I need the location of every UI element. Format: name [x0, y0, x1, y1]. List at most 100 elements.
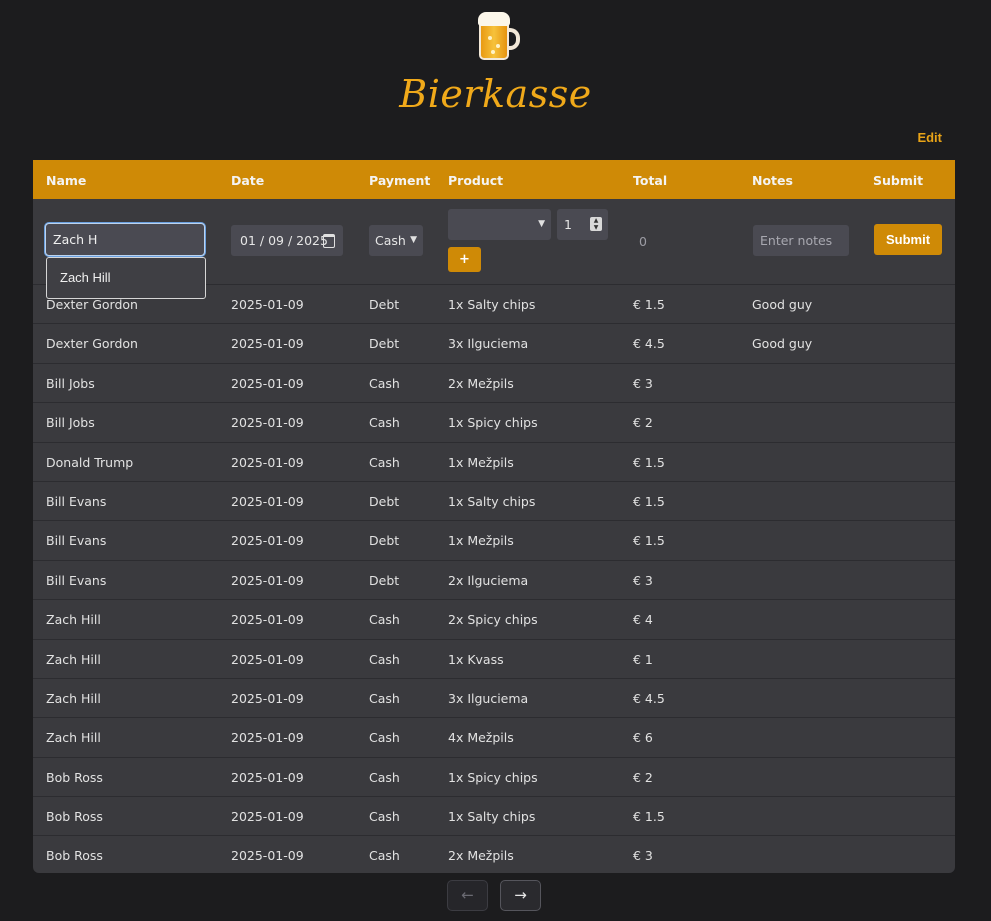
- cell-name: Zach Hill: [46, 730, 101, 746]
- cell-date: 2025-01-09: [231, 297, 304, 312]
- cell-payment: Debt: [369, 533, 400, 549]
- cell-product: 1x Kvass: [448, 651, 504, 667]
- header-total: Total: [633, 173, 668, 188]
- cell-payment: Cash: [369, 809, 400, 825]
- cell-date: 2025-01-09: [231, 375, 304, 391]
- chevron-down-icon: ▼: [538, 219, 545, 229]
- notes-placeholder: Enter notes: [760, 233, 833, 248]
- cell-name: Bob Ross: [46, 809, 103, 825]
- spinner-icon[interactable]: ▲ ▼: [590, 217, 602, 231]
- table-row: Zach Hill 2025-01-09 Cash 3x Ilguciema € 4.5: [33, 679, 955, 719]
- arrow-left-icon: ←: [461, 886, 474, 904]
- cell-total: € 4: [633, 612, 653, 628]
- cell-total: € 1.5: [633, 533, 665, 549]
- cell-name: Zach Hill: [46, 612, 101, 628]
- cell-product: 2x Spicy chips: [448, 612, 538, 628]
- cell-name: Bill Evans: [46, 572, 107, 588]
- cell-name: Donald Trump: [46, 454, 134, 470]
- table-header: Name Date Payment Product Total Notes Su…: [33, 160, 955, 199]
- name-input[interactable]: [45, 223, 205, 256]
- cell-date: 2025-01-09: [231, 415, 304, 431]
- cell-date: 2025-01-09: [231, 533, 304, 549]
- cell-payment: Cash: [369, 848, 400, 864]
- cell-product: 3x Ilguciema: [448, 690, 529, 706]
- cell-payment: Debt: [369, 336, 400, 352]
- quantity-stepper[interactable]: 1 ▲ ▼: [557, 209, 608, 240]
- cell-total: € 1.5: [633, 297, 665, 312]
- arrow-right-icon: →: [514, 886, 527, 904]
- cell-total: € 2: [633, 415, 653, 431]
- prev-page-button[interactable]: ←: [447, 880, 488, 911]
- cell-product: 3x Ilguciema: [448, 336, 529, 352]
- cell-product: 2x Mežpils: [448, 848, 514, 864]
- table-row: Bob Ross 2025-01-09 Cash 2x Mežpils € 3: [33, 836, 955, 873]
- cell-product: 1x Mežpils: [448, 454, 514, 470]
- cell-name: Bill Evans: [46, 493, 107, 509]
- payment-value: Cash: [375, 233, 406, 248]
- cell-name: Dexter Gordon: [46, 336, 138, 352]
- table-row: Bob Ross 2025-01-09 Cash 1x Spicy chips € 2: [33, 758, 955, 798]
- header-submit: Submit: [873, 173, 924, 188]
- cell-total: € 3: [633, 572, 653, 588]
- cell-payment: Cash: [369, 690, 400, 706]
- date-value: 01 / 09 / 2025: [240, 233, 328, 248]
- chevron-down-icon: ▼: [410, 235, 417, 245]
- cell-name: Dexter Gordon: [46, 297, 138, 312]
- cell-payment: Debt: [369, 297, 400, 312]
- cell-date: 2025-01-09: [231, 809, 304, 825]
- cell-payment: Cash: [369, 454, 400, 470]
- table-row: Bill Jobs 2025-01-09 Cash 1x Spicy chips € 2: [33, 403, 955, 443]
- cell-date: 2025-01-09: [231, 848, 304, 864]
- header-notes: Notes: [752, 173, 793, 188]
- cell-name: Zach Hill: [46, 651, 101, 667]
- cell-date: 2025-01-09: [231, 690, 304, 706]
- cell-payment: Debt: [369, 572, 400, 588]
- cell-notes: Good guy: [752, 336, 813, 352]
- cell-product: 1x Salty chips: [448, 809, 536, 825]
- cell-date: 2025-01-09: [231, 336, 304, 352]
- cell-name: Bob Ross: [46, 848, 103, 864]
- cell-total: € 4.5: [633, 336, 665, 352]
- notes-input[interactable]: Enter notes: [753, 225, 849, 256]
- calendar-icon[interactable]: [323, 234, 335, 248]
- cell-total: € 6: [633, 730, 653, 746]
- cell-product: 2x Ilguciema: [448, 572, 529, 588]
- cell-notes: Good guy: [752, 297, 813, 312]
- table-row: Donald Trump 2025-01-09 Cash 1x Mežpils € 1.…: [33, 443, 955, 482]
- product-select[interactable]: ▼: [448, 209, 551, 240]
- table-row: Bill Jobs 2025-01-09 Cash 2x Mežpils € 3: [33, 364, 955, 404]
- table-row: Bill Evans 2025-01-09 Debt 2x Ilguciema € 3: [33, 561, 955, 601]
- next-page-button[interactable]: →: [500, 880, 541, 911]
- cell-product: 1x Salty chips: [448, 493, 536, 509]
- table-row: Zach Hill 2025-01-09 Cash 4x Mežpils € 6: [33, 718, 955, 758]
- table-body: Dexter Gordon 2025-01-09 Debt 1x Salty chip…: [33, 285, 955, 873]
- cell-name: Bill Jobs: [46, 375, 95, 391]
- cell-payment: Cash: [369, 769, 400, 785]
- cell-product: 1x Spicy chips: [448, 769, 538, 785]
- payment-select[interactable]: Cash ▼: [369, 225, 423, 256]
- table-row: Bill Evans 2025-01-09 Debt 1x Mežpils € 1.5: [33, 521, 955, 561]
- cell-total: € 1.5: [633, 809, 665, 825]
- cell-total: € 2: [633, 769, 653, 785]
- name-autocomplete: Zach Hill: [46, 257, 206, 299]
- cell-date: 2025-01-09: [231, 730, 304, 746]
- cell-total: € 4.5: [633, 690, 665, 706]
- submit-button[interactable]: Submit: [874, 224, 942, 255]
- date-input[interactable]: 01 / 09 / 2025: [231, 225, 343, 256]
- cell-date: 2025-01-09: [231, 769, 304, 785]
- total-value: 0: [639, 234, 647, 249]
- cell-payment: Cash: [369, 651, 400, 667]
- cell-date: 2025-01-09: [231, 651, 304, 667]
- table-row: Bill Evans 2025-01-09 Debt 1x Salty chips € …: [33, 482, 955, 522]
- cell-date: 2025-01-09: [231, 612, 304, 628]
- cell-payment: Debt: [369, 493, 400, 509]
- edit-link[interactable]: Edit: [917, 130, 942, 145]
- autocomplete-option[interactable]: Zach Hill: [60, 270, 111, 285]
- cell-product: 1x Salty chips: [448, 297, 536, 312]
- cell-payment: Cash: [369, 375, 400, 391]
- header-product: Product: [448, 173, 504, 188]
- cell-name: Bob Ross: [46, 769, 103, 785]
- add-product-button[interactable]: +: [448, 247, 481, 272]
- cell-product: 1x Spicy chips: [448, 415, 538, 431]
- app-title: Bierkasse: [399, 72, 592, 116]
